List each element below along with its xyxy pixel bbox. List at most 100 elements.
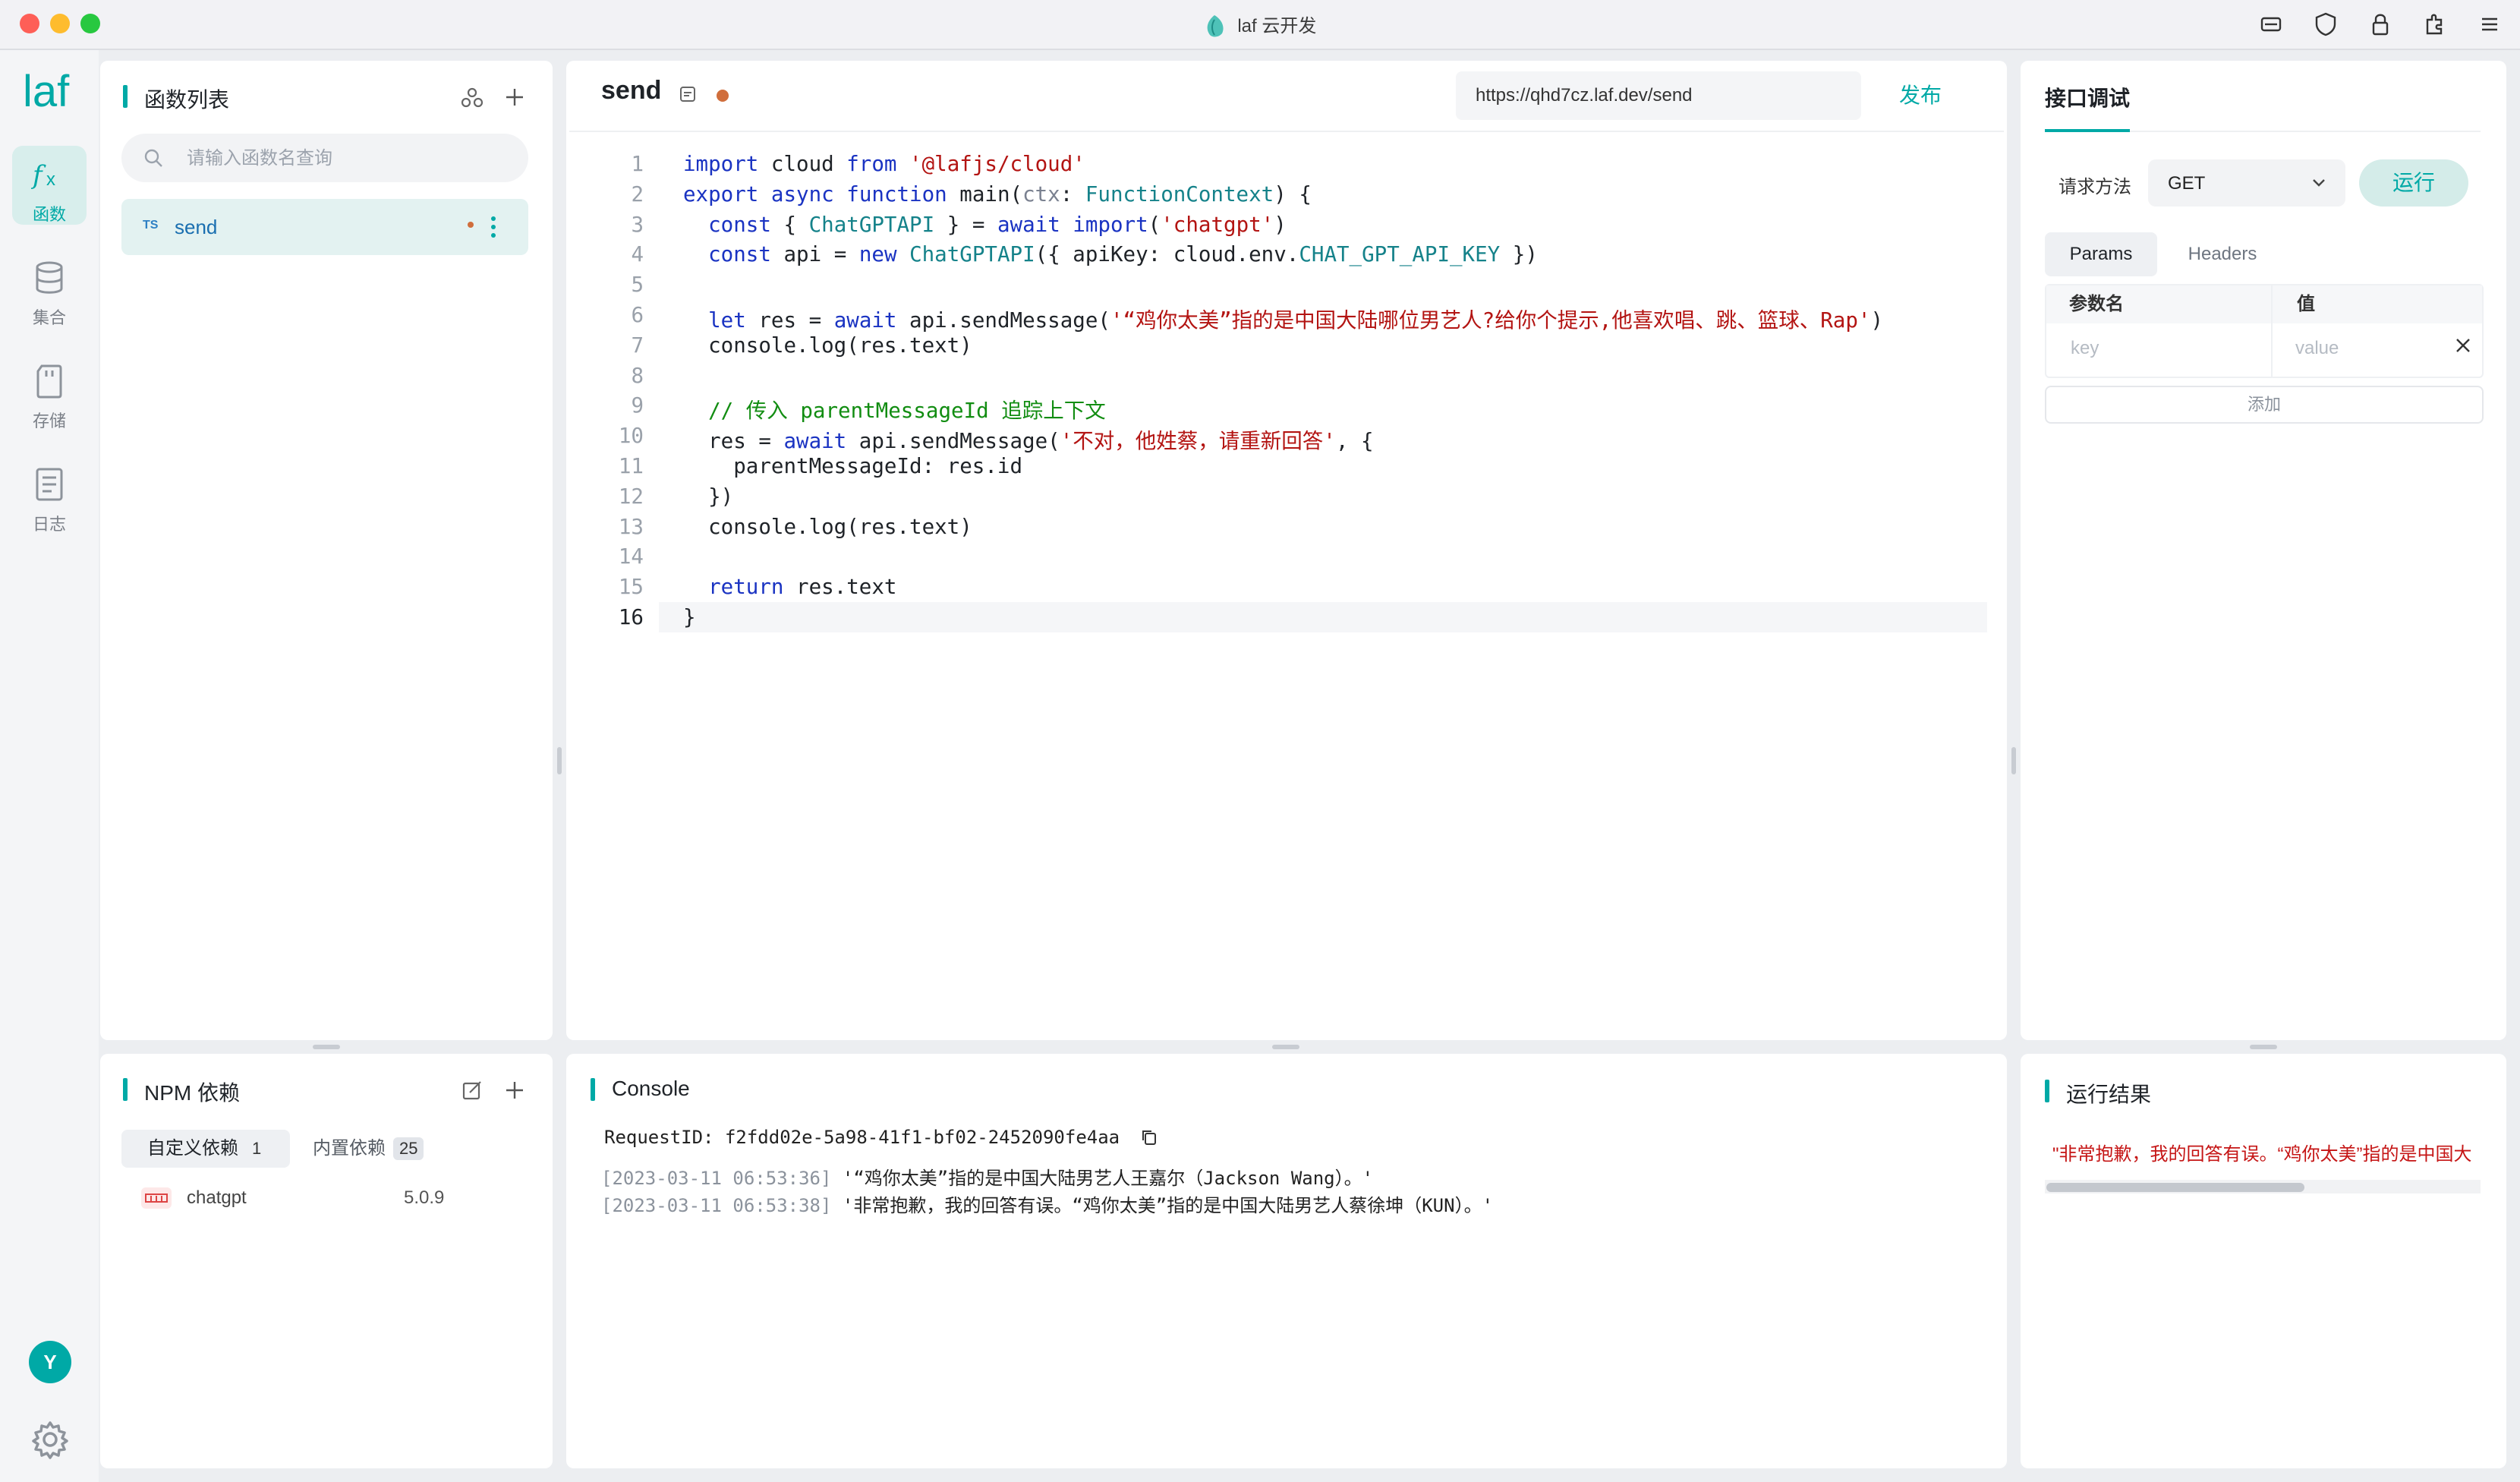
code-line[interactable]: return res.text [683,575,896,599]
nav-label-storage: 存储 [32,411,66,430]
line-number: 1 [631,152,644,176]
line-number: 14 [618,544,644,569]
code-line[interactable]: export async function main(ctx: Function… [683,182,1312,207]
active-tab-indicator [2045,129,2130,132]
builtin-deps-count: 25 [393,1137,424,1160]
console-title: Console [591,1077,690,1101]
param-value-input[interactable] [2294,328,2441,369]
left-navigation: laf fx 函数 集合 存储 日志 Y [0,50,99,1482]
note-icon[interactable] [679,85,697,103]
code-line[interactable]: import cloud from '@lafjs/cloud' [683,152,1085,176]
nav-item-functions[interactable]: fx 函数 [12,146,87,225]
params-column-divider [2271,285,2273,377]
code-line[interactable]: console.log(res.text) [683,333,972,358]
nav-label-functions: 函数 [32,205,66,224]
log-text: '“鸡你太美”指的是中国大陆男艺人王嘉尔（Jackson Wang）。' [842,1168,1374,1189]
share-icon[interactable] [458,84,486,111]
nav-item-logs[interactable]: 日志 [12,456,87,534]
tab-headers[interactable]: Headers [2169,232,2276,276]
laf-logo: laf [23,67,70,116]
scrollbar-thumb[interactable] [2046,1183,2304,1192]
line-number: 16 [618,605,644,629]
edit-icon[interactable] [458,1077,486,1104]
search-icon [144,149,162,167]
close-icon[interactable] [2453,336,2473,355]
line-number: 10 [618,424,644,449]
param-value-header: 值 [2297,294,2315,314]
panel-resizer-bottom-center[interactable] [1272,1045,1299,1049]
panel-resizer-bottom-right[interactable] [2250,1045,2277,1049]
tab-builtin-deps[interactable]: 内置依赖 25 [304,1130,440,1168]
code-line[interactable]: const api = new ChatGPTAPI({ apiKey: clo… [683,242,1538,266]
function-search[interactable] [121,134,528,184]
custom-deps-count: 1 [252,1139,262,1158]
panel-resizer-left[interactable] [557,747,562,774]
extensions-icon[interactable] [2420,9,2450,39]
npm-deps-panel [100,1054,553,1468]
menu-icon[interactable] [2474,9,2505,39]
lock-icon[interactable] [2365,9,2396,39]
code-line[interactable]: let res = await api.sendMessage('“鸡你太美”指… [683,303,1883,333]
run-result-text: "非常抱歉，我的回答有误。“鸡你太美”指的是中国大 [2052,1144,2472,1165]
line-number: 11 [618,454,644,478]
tab-custom-deps[interactable]: 自定义依赖 1 [121,1130,290,1168]
code-line[interactable]: res = await api.sendMessage('不对，他姓蔡，请重新回… [683,424,1373,454]
line-number: 2 [631,181,644,207]
run-result-title: 运行结果 [2044,1078,2151,1108]
tab-params[interactable]: Params [2045,232,2157,276]
window-title: laf 云开发 [0,11,2520,38]
code-line[interactable]: parentMessageId: res.id [683,454,1022,478]
panel-resizer-right[interactable] [2011,747,2016,774]
api-debug-tab[interactable]: 接口调试 [2045,82,2130,112]
code-line[interactable]: console.log(res.text) [683,515,972,539]
editor-header-divider [569,131,2004,132]
line-number: 15 [618,575,644,600]
code-line[interactable]: // 传入 parentMessageId 追踪上下文 [683,393,1106,424]
request-method-select[interactable]: GET [2148,159,2345,207]
function-list-title: 函数列表 [122,84,229,114]
panel-resizer-bottom-left[interactable] [313,1045,340,1049]
dependency-row[interactable]: chatgpt 5.0.9 [141,1186,460,1213]
request-id: RequestID: f2fdd02e-5a98-41f1-bf02-24520… [604,1127,1120,1148]
code-line[interactable]: } [683,605,696,629]
editor-panel [566,61,2007,1040]
nav-item-collections[interactable]: 集合 [12,249,87,328]
publish-button[interactable]: 发布 [1882,71,1958,120]
shield-icon[interactable] [2311,9,2341,39]
avatar-initial: Y [43,1351,57,1373]
copy-icon[interactable] [1140,1128,1158,1146]
sliders-icon[interactable] [2256,9,2286,39]
more-vertical-icon[interactable] [486,213,501,241]
console-panel [566,1054,2007,1468]
unsaved-indicator [717,90,729,102]
function-url-field[interactable]: https://qhd7cz.laf.dev/send [1456,71,1861,120]
custom-deps-label: 自定义依赖 [147,1138,238,1159]
line-number: 4 [631,242,644,267]
line-number: 7 [631,333,644,358]
function-list-item[interactable]: TS send [121,199,528,255]
app-window: laf 云开发 laf fx 函数 集合 存储 日志 Y 函数列表 请输入函数名… [0,0,2520,1482]
request-method-label: 请求方法 [2059,177,2131,197]
params-table: 参数名 值 [2045,284,2484,378]
code-line[interactable]: }) [683,484,733,509]
line-number: 12 [618,484,644,509]
code-line[interactable]: const { ChatGPTAPI } = await import('cha… [683,213,1287,237]
param-key-input[interactable] [2069,328,2262,369]
log-timestamp: [2023-03-11 06:53:36] [601,1168,832,1189]
user-avatar[interactable]: Y [29,1341,71,1383]
add-param-button[interactable]: 添加 [2045,386,2484,424]
title-bar: laf 云开发 [0,0,2520,50]
nav-item-storage[interactable]: 存储 [12,352,87,431]
function-name: send [175,216,218,238]
api-debug-panel [2021,61,2506,1040]
add-dependency-icon[interactable] [501,1077,528,1104]
result-horizontal-scrollbar[interactable] [2045,1180,2481,1193]
request-method-value: GET [2168,173,2206,194]
run-button[interactable]: 运行 [2359,159,2468,207]
npm-deps-title: NPM 依赖 [122,1077,240,1107]
database-icon [36,261,63,294]
settings-gear-icon[interactable] [27,1417,73,1462]
function-search-input[interactable] [185,134,507,184]
current-line-highlight [659,602,1987,632]
add-function-icon[interactable] [501,84,528,111]
